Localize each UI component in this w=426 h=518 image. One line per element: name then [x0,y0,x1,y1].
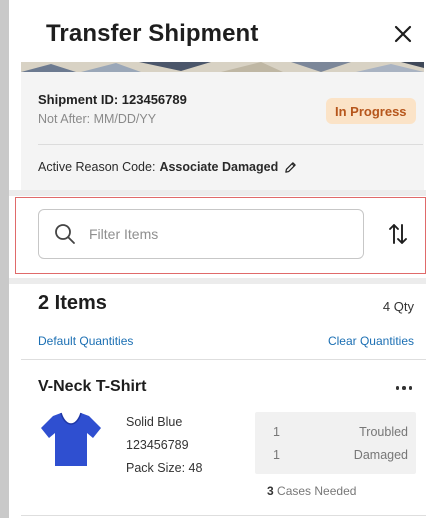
reason-value: Associate Damaged [159,160,279,174]
item-pack-size: Pack Size: 48 [126,461,203,475]
section-separator-2 [9,278,426,284]
decorative-banner [21,62,424,72]
not-after-date: Not After: MM/DD/YY [38,112,157,126]
tshirt-icon [41,412,101,466]
search-icon [55,224,75,244]
item-bottom-divider [21,515,426,516]
quantity-row: 1 Troubled [273,425,408,439]
items-count: 2 Items [38,292,107,314]
left-rail [0,0,9,518]
quantity-value: 1 [273,425,280,439]
default-quantities-link[interactable]: Default Quantities [38,334,133,348]
edit-reason-button[interactable] [284,161,297,174]
quantity-reason: Troubled [359,425,408,439]
items-divider [21,359,426,360]
info-divider [38,144,423,145]
quantity-reason: Damaged [353,448,408,462]
filter-items-input[interactable] [89,220,349,248]
quantity-breakdown: 1 Troubled 1 Damaged [255,412,416,474]
page-title: Transfer Shipment [46,20,259,47]
panel-header: Transfer Shipment [9,0,426,62]
more-options-button[interactable] [391,381,417,395]
quantity-row: 1 Damaged [273,448,408,462]
quantity-value: 1 [273,448,280,462]
sort-button[interactable] [385,220,411,248]
filter-box [38,209,364,259]
sort-arrows-icon [389,224,407,244]
cases-count: 3 [267,484,274,498]
item-sku: 123456789 [126,438,189,452]
clear-quantities-link[interactable]: Clear Quantities [328,334,414,348]
cases-needed: 3 Cases Needed [267,484,356,498]
section-separator [9,190,426,196]
reason-label: Active Reason Code: [38,160,156,174]
close-icon [394,25,412,43]
active-reason-code: Active Reason Code: Associate Damaged [38,160,297,174]
item-name: V-Neck T-Shirt [38,378,147,395]
close-button[interactable] [389,20,417,48]
shipment-info: Shipment ID: 123456789 Not After: MM/DD/… [21,72,424,190]
item-color: Solid Blue [126,415,183,429]
more-options-icon [395,386,400,390]
status-badge: In Progress [326,98,416,124]
shipment-id: Shipment ID: 123456789 [38,92,187,107]
transfer-shipment-panel: Transfer Shipment Shipment ID: 123456789… [9,0,426,518]
pencil-icon [285,161,296,173]
cases-label: Cases Needed [277,484,357,498]
quantity-total: 4 Qty [382,299,414,314]
